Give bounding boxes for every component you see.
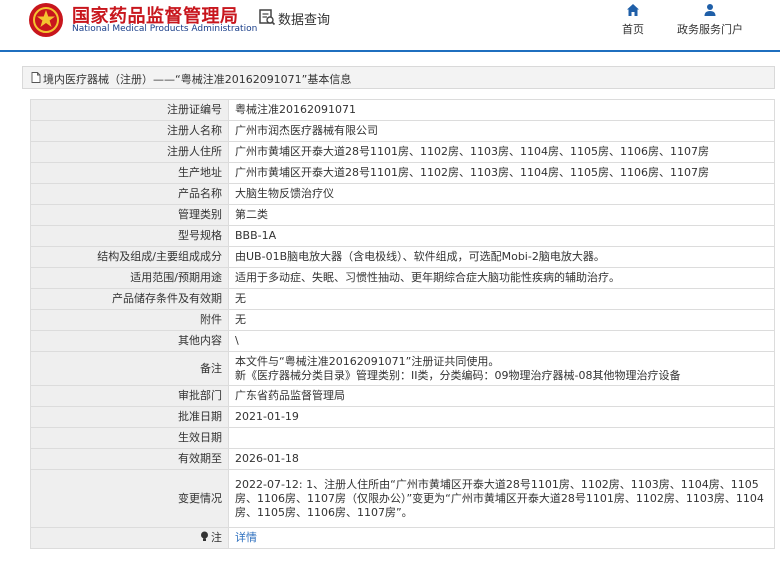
site-header: 国家药品监督管理局 National Medical Products Admi… [0,0,780,50]
row-value: 2022-07-12: 1、注册人住所由“广州市黄埔区开泰大道28号1101房、… [228,469,775,528]
nav-home-label: 首页 [622,23,644,36]
row-value: 2026-01-18 [228,448,775,470]
remark-line-2: 新《医疗器械分类目录》管理类别：II类，分类编码：09物理治疗器械-08其他物理… [235,368,681,382]
table-row: 生效日期 [30,427,775,449]
row-label: 管理类别 [30,204,229,226]
row-label: 生效日期 [30,427,229,449]
data-query-icon [259,9,276,26]
nav-home[interactable]: 首页 [612,3,654,37]
row-label: 注册人名称 [30,120,229,142]
table-row: 注册人住所 广州市黄埔区开泰大道28号1101房、1102房、1103房、110… [30,141,775,163]
table-row: 产品名称 大脑生物反馈治疗仪 [30,183,775,205]
row-label: 有效期至 [30,448,229,470]
row-label: 其他内容 [30,330,229,352]
table-row: 变更情况 2022-07-12: 1、注册人住所由“广州市黄埔区开泰大道28号1… [30,469,775,528]
table-row: 适用范围/预期用途 适用于多动症、失眠、习惯性抽动、更年期综合症大脑功能性疾病的… [30,267,775,289]
row-value: 无 [228,309,775,331]
user-icon [704,4,716,16]
table-row: 批准日期 2021-01-19 [30,406,775,428]
row-label: 生产地址 [30,162,229,184]
row-label: 附件 [30,309,229,331]
note-value: 详情 [228,527,775,549]
row-label: 产品名称 [30,183,229,205]
table-row: 附件 无 [30,309,775,331]
row-label: 注册证编号 [30,99,229,121]
home-icon [627,4,639,16]
table-row: 生产地址 广州市黄埔区开泰大道28号1101房、1102房、1103房、1104… [30,162,775,184]
note-label-cell: 注 [30,527,229,549]
table-row: 结构及组成/主要组成成分 由UB-01B脑电放大器（含电极线）、软件组成，可选配… [30,246,775,268]
breadcrumb: 境内医疗器械（注册）——“粤械注准20162091071”基本信息 [22,66,775,89]
nav-service-portal[interactable]: 政务服务门户 [668,3,752,37]
row-label: 备注 [30,351,229,386]
details-link[interactable]: 详情 [235,531,257,544]
row-value [228,427,775,449]
document-icon [31,72,41,83]
breadcrumb-text: 境内医疗器械（注册）——“粤械注准20162091071”基本信息 [43,73,352,86]
row-value: 2021-01-19 [228,406,775,428]
row-value: BBB-1A [228,225,775,247]
table-row: 注册证编号 粤械注准20162091071 [30,99,775,121]
row-value: 无 [228,288,775,310]
row-label: 型号规格 [30,225,229,247]
lightbulb-icon [201,531,208,541]
row-value: 本文件与“粤械注准20162091071”注册证共同使用。 新《医疗器械分类目录… [228,351,775,386]
row-value: 广州市黄埔区开泰大道28号1101房、1102房、1103房、1104房、110… [228,141,775,163]
table-row: 审批部门 广东省药品监督管理局 [30,385,775,407]
row-value: 粤械注准20162091071 [228,99,775,121]
table-row: 产品储存条件及有效期 无 [30,288,775,310]
row-value: \ [228,330,775,352]
table-row: 注册人名称 广州市润杰医疗器械有限公司 [30,120,775,142]
row-label: 产品储存条件及有效期 [30,288,229,310]
table-row: 型号规格 BBB-1A [30,225,775,247]
data-query-title: 数据查询 [278,13,331,28]
remark-line-1: 本文件与“粤械注准20162091071”注册证共同使用。 [235,354,500,368]
row-value: 由UB-01B脑电放大器（含电极线）、软件组成，可选配Mobi-2脑电放大器。 [228,246,775,268]
row-label: 审批部门 [30,385,229,407]
row-label: 结构及组成/主要组成成分 [30,246,229,268]
row-label: 变更情况 [30,469,229,528]
table-row: 注 详情 [30,527,775,549]
table-row: 备注 本文件与“粤械注准20162091071”注册证共同使用。 新《医疗器械分… [30,351,775,386]
table-row: 管理类别 第二类 [30,204,775,226]
row-value: 广东省药品监督管理局 [228,385,775,407]
table-row: 有效期至 2026-01-18 [30,448,775,470]
header-divider [0,50,780,52]
device-info-table: 注册证编号 粤械注准20162091071 注册人名称 广州市润杰医疗器械有限公… [30,99,775,549]
row-value: 广州市黄埔区开泰大道28号1101房、1102房、1103房、1104房、110… [228,162,775,184]
row-value: 适用于多动症、失眠、习惯性抽动、更年期综合症大脑功能性疾病的辅助治疗。 [228,267,775,289]
national-emblem-icon [29,3,63,37]
note-label: 注 [211,531,222,544]
row-value: 大脑生物反馈治疗仪 [228,183,775,205]
row-value: 第二类 [228,204,775,226]
org-name-en: National Medical Products Administration [72,24,258,34]
row-value: 广州市润杰医疗器械有限公司 [228,120,775,142]
row-label: 适用范围/预期用途 [30,267,229,289]
nav-service-label: 政务服务门户 [677,23,743,36]
table-row: 其他内容 \ [30,330,775,352]
row-label: 注册人住所 [30,141,229,163]
row-label: 批准日期 [30,406,229,428]
